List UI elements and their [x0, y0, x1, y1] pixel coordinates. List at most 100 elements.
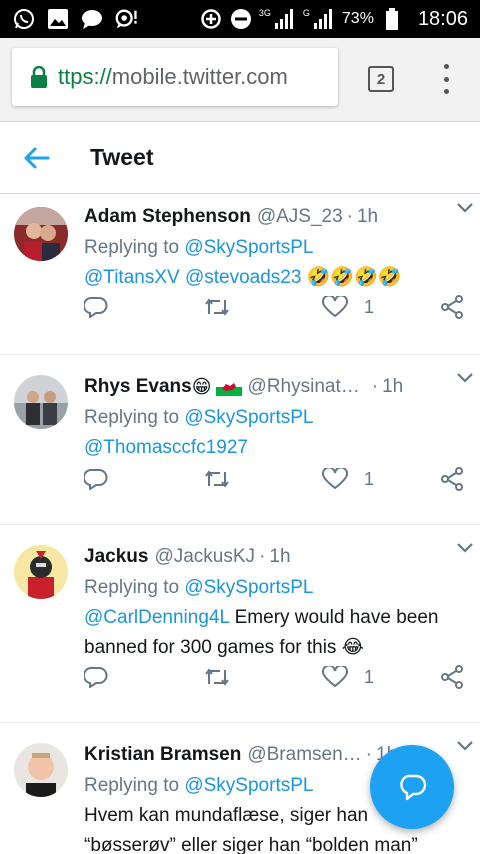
separator-dot: · [365, 744, 372, 765]
reply-icon [84, 296, 108, 318]
address-bar[interactable]: ttps://mobile.twitter.com [12, 48, 338, 106]
battery-percent: 73% [341, 10, 374, 27]
alert-bubble-icon [114, 7, 138, 31]
tab-switcher-button[interactable]: 2 [368, 66, 394, 92]
url-text: ttps://mobile.twitter.com [58, 64, 288, 90]
browser-menu-button[interactable] [438, 64, 454, 94]
network-g-label: G [302, 8, 310, 18]
battery-icon [380, 7, 404, 31]
share-icon [441, 665, 463, 689]
reply-icon [84, 468, 108, 490]
mention-links[interactable]: @TitansXV @stevoads23 [84, 267, 301, 288]
replying-to-link[interactable]: @SkySportsPL [184, 775, 313, 796]
author-handle[interactable]: @JackusKJ [154, 546, 255, 568]
replying-prefix: Replying to [84, 577, 185, 598]
author-name[interactable]: Adam Stephenson [84, 206, 251, 228]
like-button[interactable]: 1 [322, 666, 374, 688]
timestamp[interactable]: 1h [382, 376, 403, 398]
mention-links[interactable]: @CarlDenning4L [84, 607, 229, 628]
reply-button[interactable] [84, 296, 108, 318]
url-scheme: ttps:// [58, 64, 112, 89]
like-count: 1 [364, 666, 375, 687]
share-button[interactable] [440, 467, 464, 491]
replying-prefix: Replying to [84, 775, 185, 796]
retweet-icon [205, 470, 229, 488]
menu-dot-icon [443, 64, 449, 69]
retweet-button[interactable] [204, 296, 230, 318]
back-button[interactable] [16, 138, 56, 178]
like-button[interactable]: 1 [322, 296, 374, 318]
avatar[interactable] [14, 545, 68, 599]
like-button[interactable]: 1 [322, 468, 374, 490]
like-count: 1 [364, 296, 375, 317]
tweet[interactable]: Jackus @JackusKJ · 1h Replying to @SkySp… [0, 525, 480, 723]
replying-to-link[interactable]: @SkySportsPL [184, 237, 313, 258]
separator-dot: · [346, 206, 353, 227]
chevron-down-icon[interactable] [456, 201, 474, 215]
page-title: Tweet [90, 144, 154, 170]
author-handle[interactable]: @Rhysinat… [248, 376, 360, 398]
author-handle[interactable]: @Bramsen… [247, 744, 361, 766]
avatar[interactable] [14, 375, 68, 429]
gallery-icon [46, 7, 70, 31]
compose-button[interactable] [370, 745, 454, 829]
menu-dot-icon [443, 76, 449, 82]
tweet-emoji: 😂 [341, 637, 364, 658]
name-emoji: 😁 [191, 376, 212, 398]
reply-button[interactable] [84, 666, 108, 688]
like-count: 1 [364, 468, 375, 489]
heart-icon [322, 468, 348, 490]
page-header: Tweet [0, 122, 480, 194]
mention-links[interactable]: @Thomasccfc1927 [84, 437, 248, 458]
retweet-icon [205, 668, 229, 686]
tweet[interactable]: Rhys Evans 😁 @Rhysinat… · 1h Replying to… [0, 355, 480, 525]
author-name[interactable]: Jackus [84, 546, 148, 568]
back-arrow-icon [24, 147, 50, 168]
separator-dot: · [371, 376, 379, 397]
replying-prefix: Replying to [84, 237, 185, 258]
replying-prefix: Replying to [84, 407, 185, 428]
replying-to-link[interactable]: @SkySportsPL [184, 407, 313, 428]
tweet[interactable]: Adam Stephenson @AJS_23 · 1h Replying to… [0, 195, 480, 355]
timestamp[interactable]: 1h [269, 546, 290, 568]
timestamp[interactable]: 1h [357, 206, 378, 228]
clock: 18:06 [417, 7, 468, 30]
share-button[interactable] [440, 665, 464, 689]
avatar[interactable] [14, 743, 68, 797]
heart-icon [322, 666, 348, 688]
status-bar: 3G G 73% 18:06 [0, 0, 480, 38]
tweet-text-line-2: “bøsserøv” eller siger han “bolden man” [84, 835, 418, 854]
retweet-button[interactable] [204, 666, 230, 688]
lock-icon [30, 65, 50, 88]
chevron-down-icon[interactable] [456, 541, 474, 555]
heart-icon [322, 296, 348, 318]
author-handle[interactable]: @AJS_23 [257, 206, 343, 228]
browser-toolbar: ttps://mobile.twitter.com 2 [0, 38, 480, 122]
author-name[interactable]: Kristian Bramsen [84, 744, 241, 766]
share-icon [441, 295, 463, 319]
do-not-disturb-icon [229, 7, 253, 31]
menu-dot-icon [443, 89, 449, 94]
compose-icon [400, 774, 427, 801]
signal-icon [273, 7, 297, 31]
share-button[interactable] [440, 295, 464, 319]
chevron-down-icon[interactable] [456, 739, 474, 753]
reply-button[interactable] [84, 468, 108, 490]
retweet-icon [205, 298, 229, 316]
separator-dot: · [259, 546, 266, 567]
whatsapp-icon [12, 7, 36, 31]
reply-icon [84, 666, 108, 688]
signal-2-icon [312, 7, 336, 31]
avatar[interactable] [14, 207, 68, 261]
network-3g-label: 3G [258, 8, 271, 18]
share-icon [441, 467, 463, 491]
chevron-down-icon[interactable] [456, 371, 474, 385]
wales-flag-icon [215, 378, 242, 396]
url-host: mobile.twitter.com [111, 64, 288, 89]
data-saver-icon [199, 7, 223, 31]
retweet-button[interactable] [204, 468, 230, 490]
chat-bubble-icon [80, 7, 104, 31]
author-name[interactable]: Rhys Evans [84, 376, 192, 398]
tweet-emoji: 🤣🤣🤣🤣 [306, 267, 402, 288]
replying-to-link[interactable]: @SkySportsPL [184, 577, 313, 598]
